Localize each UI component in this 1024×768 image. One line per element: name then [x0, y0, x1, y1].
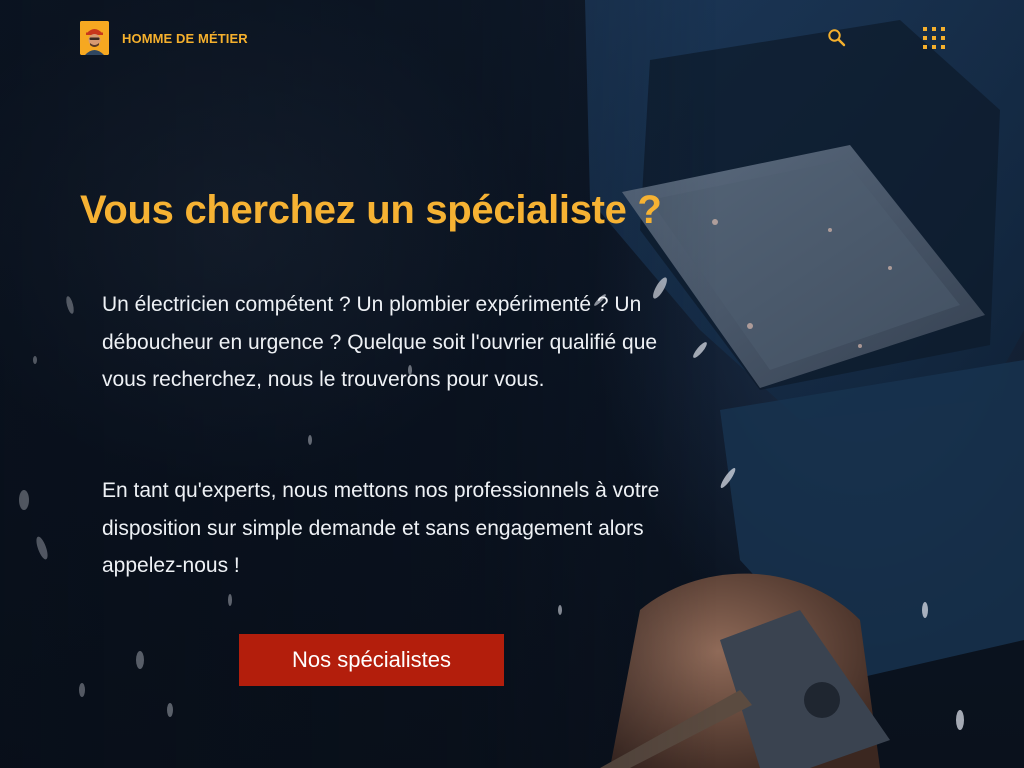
specialists-button[interactable]: Nos spécialistes	[239, 634, 504, 686]
worker-face-icon	[80, 21, 109, 55]
hero-title: Vous cherchez un spécialiste ?	[80, 188, 662, 232]
hero-paragraph-intro: Un électricien compétent ? Un plombier e…	[102, 293, 658, 391]
site-header: HOMME DE MÉTIER	[0, 0, 1024, 76]
grid-menu-icon[interactable]	[922, 26, 946, 50]
hero-paragraph-offer: En tant qu'experts, nous mettons nos pro…	[102, 479, 660, 577]
brand-name: HOMME DE MÉTIER	[122, 30, 248, 46]
brand-link[interactable]: HOMME DE MÉTIER	[80, 21, 248, 55]
search-icon[interactable]	[826, 27, 848, 49]
